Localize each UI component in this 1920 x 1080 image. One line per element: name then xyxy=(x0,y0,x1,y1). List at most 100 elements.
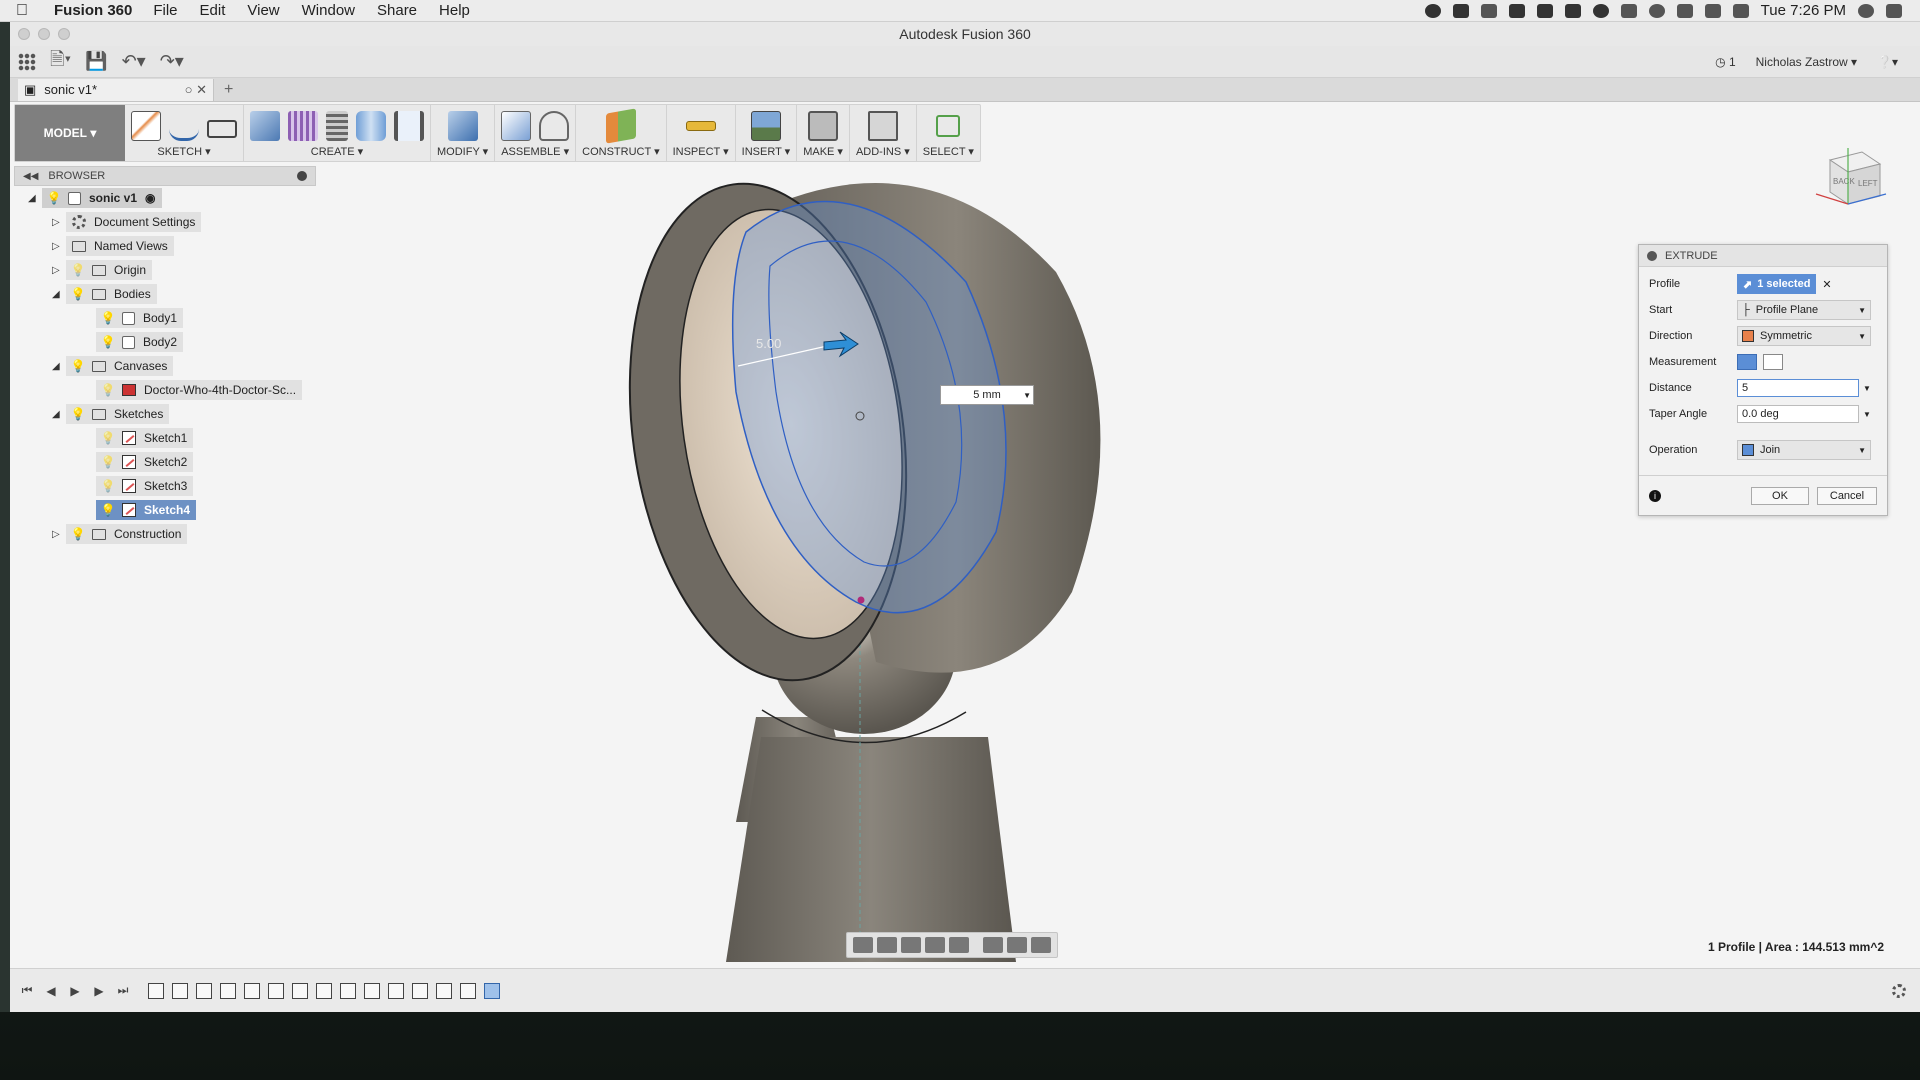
tree-body2[interactable]: 💡 Body2 xyxy=(14,330,316,354)
menu-view[interactable]: View xyxy=(236,2,290,19)
operation-dropdown[interactable]: Join ▼ xyxy=(1737,440,1871,460)
keyboard-icon[interactable] xyxy=(1704,3,1721,18)
sketch2-node[interactable]: 💡 Sketch2 xyxy=(96,452,194,472)
look-at-icon[interactable] xyxy=(877,937,897,953)
named-views-node[interactable]: Named Views xyxy=(66,236,174,256)
whole-length-button[interactable] xyxy=(1763,354,1783,370)
clear-selection-icon[interactable]: ✕ xyxy=(1822,278,1831,291)
timeline-feature[interactable] xyxy=(220,982,236,999)
body2-node[interactable]: 💡 Body2 xyxy=(96,332,184,352)
timeline-feature[interactable] xyxy=(172,982,188,999)
tree-sketches[interactable]: ◢ 💡 Sketches xyxy=(14,402,316,426)
minimize-browser-icon[interactable] xyxy=(297,171,307,181)
expand-icon[interactable]: ▷ xyxy=(52,529,66,540)
canvases-node[interactable]: 💡 Canvases xyxy=(66,356,174,376)
form-icon[interactable] xyxy=(288,111,318,141)
cc-icon[interactable] xyxy=(1508,3,1525,18)
select-icon[interactable] xyxy=(936,115,961,137)
chevron-down-icon[interactable]: ▼ xyxy=(1863,384,1871,393)
clock[interactable]: Tue 7:26 PM xyxy=(1761,2,1846,19)
cancel-button[interactable]: Cancel xyxy=(1817,486,1877,505)
sketch-point[interactable] xyxy=(857,596,865,604)
menu-edit[interactable]: Edit xyxy=(189,2,237,19)
construct-group[interactable]: CONSTRUCT ▾ xyxy=(576,105,667,161)
tree-body1[interactable]: 💡 Body1 xyxy=(14,306,316,330)
create-group[interactable]: CREATE ▾ xyxy=(244,105,431,161)
tree-construction[interactable]: ▷ 💡 Construction xyxy=(14,522,316,546)
hidden-bulb-icon[interactable]: 💡 xyxy=(101,455,116,469)
record-icon[interactable] xyxy=(1424,3,1441,18)
taper-angle-field[interactable]: 0.0 deg xyxy=(1737,405,1859,423)
canvas1-node[interactable]: 💡 Doctor-Who-4th-Doctor-Sc... xyxy=(96,380,303,400)
workspace-switcher[interactable]: MODEL ▾ xyxy=(15,105,125,161)
timeline-feature-active[interactable] xyxy=(484,982,500,999)
sketch3-node[interactable]: 💡 Sketch3 xyxy=(96,476,194,496)
undo-icon[interactable]: ↶▾ xyxy=(122,51,146,73)
hidden-bulb-icon[interactable]: 💡 xyxy=(101,431,116,445)
add-ins-group[interactable]: ADD-INS ▾ xyxy=(850,105,917,161)
collapse-icon[interactable]: ◢ xyxy=(52,409,66,420)
timeline-feature[interactable] xyxy=(364,982,380,999)
hidden-bulb-icon[interactable]: 💡 xyxy=(71,263,86,277)
expand-icon[interactable]: ▷ xyxy=(52,217,66,228)
chevron-icon[interactable] xyxy=(1480,3,1497,18)
tree-sketch1[interactable]: 💡 Sketch1 xyxy=(14,426,316,450)
visibility-bulb-icon[interactable]: 💡 xyxy=(101,503,116,517)
timeline-feature[interactable] xyxy=(268,982,284,999)
insert-image-icon[interactable] xyxy=(750,111,781,141)
rectangle-icon[interactable] xyxy=(207,120,237,138)
chevron-down-icon[interactable]: ▼ xyxy=(1863,410,1871,419)
timeline-feature[interactable] xyxy=(196,982,212,999)
redo-icon[interactable]: ↷▾ xyxy=(160,51,184,73)
visibility-bulb-icon[interactable]: 💡 xyxy=(47,191,62,205)
sketches-node[interactable]: 💡 Sketches xyxy=(66,404,170,424)
visibility-bulb-icon[interactable]: 💡 xyxy=(71,527,86,541)
viewcube-graphic[interactable]: BACK LEFT xyxy=(1810,142,1890,222)
timeline-feature[interactable] xyxy=(316,982,332,999)
make-group[interactable]: MAKE ▾ xyxy=(797,105,850,161)
ok-button[interactable]: OK xyxy=(1751,486,1809,505)
body1-node[interactable]: 💡 Body1 xyxy=(96,308,184,328)
insert-group[interactable]: INSERT ▾ xyxy=(736,105,798,161)
sketch-group[interactable]: SKETCH ▾ xyxy=(125,105,244,161)
direction-dropdown[interactable]: Symmetric ▼ xyxy=(1737,326,1871,346)
visibility-bulb-icon[interactable]: 💡 xyxy=(71,359,86,373)
bluetooth-icon[interactable] xyxy=(1676,3,1693,18)
tree-sketch2[interactable]: 💡 Sketch2 xyxy=(14,450,316,474)
menu-file[interactable]: File xyxy=(142,2,188,19)
timeline-feature[interactable] xyxy=(388,982,404,999)
tree-sketch4[interactable]: 💡 Sketch4 xyxy=(14,498,316,522)
tree-document-settings[interactable]: ▷ Document Settings xyxy=(14,210,316,234)
root-node[interactable]: 💡 sonic v1 ◉ xyxy=(42,188,162,208)
fit-icon[interactable] xyxy=(949,937,969,953)
new-tab-button[interactable]: + xyxy=(214,81,233,99)
timeline-feature[interactable] xyxy=(340,982,356,999)
expand-icon[interactable]: ▷ xyxy=(52,265,66,276)
visibility-bulb-icon[interactable]: 💡 xyxy=(71,287,86,301)
go-to-end-icon[interactable]: ⏭ xyxy=(116,983,130,998)
visibility-bulb-icon[interactable]: 💡 xyxy=(71,407,86,421)
create-sketch-icon[interactable] xyxy=(131,111,161,141)
timeline-settings-gear-icon[interactable] xyxy=(1892,983,1906,998)
cylinder-icon[interactable] xyxy=(356,111,386,141)
timeline-feature[interactable] xyxy=(244,982,260,999)
construction-node[interactable]: 💡 Construction xyxy=(66,524,188,544)
activate-radio-icon[interactable]: ◉ xyxy=(145,191,155,205)
timeline-feature[interactable] xyxy=(460,982,476,999)
sketch4-node[interactable]: 💡 Sketch4 xyxy=(96,500,197,520)
measure-icon[interactable] xyxy=(685,121,716,131)
origin-node[interactable]: 💡 Origin xyxy=(66,260,153,280)
menu-share[interactable]: Share xyxy=(366,2,428,19)
tree-bodies[interactable]: ◢ 💡 Bodies xyxy=(14,282,316,306)
assemble-group[interactable]: ASSEMBLE ▾ xyxy=(495,105,577,161)
tree-named-views[interactable]: ▷ Named Views xyxy=(14,234,316,258)
new-component-icon[interactable] xyxy=(501,111,532,141)
modify-group[interactable]: MODIFY ▾ xyxy=(431,105,496,161)
step-back-icon[interactable]: ◀ xyxy=(44,984,58,998)
viewports-icon[interactable] xyxy=(1031,937,1051,953)
hidden-bulb-icon[interactable]: 💡 xyxy=(101,479,116,493)
display-icon[interactable] xyxy=(1620,3,1637,18)
select-group[interactable]: SELECT ▾ xyxy=(917,105,980,161)
line-icon[interactable] xyxy=(169,111,199,141)
tree-origin[interactable]: ▷ 💡 Origin xyxy=(14,258,316,282)
